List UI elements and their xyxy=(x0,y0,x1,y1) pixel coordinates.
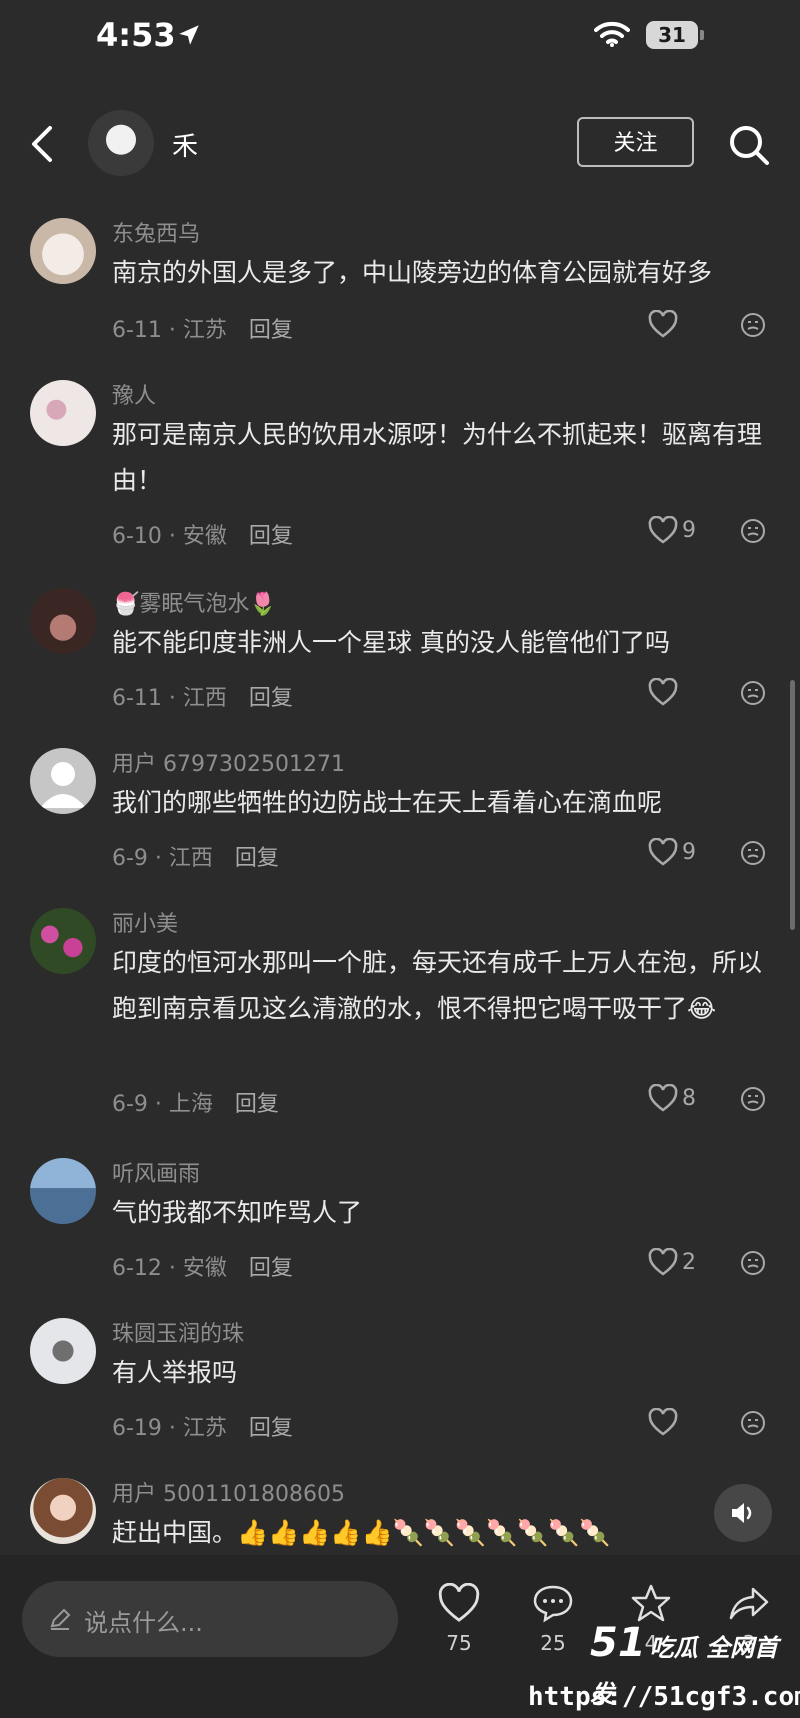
comment-date: 6-9 · 江西 xyxy=(112,846,213,871)
commenter-avatar[interactable] xyxy=(30,380,96,446)
comment-header: 禾 关注 xyxy=(0,100,800,190)
like-count: 2 xyxy=(682,1249,696,1275)
dislike-face-icon[interactable] xyxy=(740,312,766,338)
comment-text: 那可是南京人民的饮用水源呀！为什么不抓起来！驱离有理由！ xyxy=(112,420,763,495)
dislike-face-icon[interactable] xyxy=(740,1410,766,1436)
dislike-face-icon[interactable] xyxy=(740,840,766,866)
comment-text: 我们的哪些牺牲的边防战士在天上看着心在滴血呢 xyxy=(112,788,663,817)
author-name[interactable]: 禾 xyxy=(172,126,198,163)
default-user-icon xyxy=(40,762,86,808)
comment-total: 25 xyxy=(540,1631,566,1655)
commenter-name[interactable]: 东兔西乌 xyxy=(112,216,200,248)
heart-icon xyxy=(648,1084,678,1112)
commenter-avatar[interactable] xyxy=(30,1478,96,1544)
commenter-name[interactable]: 🍧雾眠气泡水🌷 xyxy=(112,586,277,618)
speaker-icon xyxy=(732,1503,752,1523)
commenter-avatar[interactable] xyxy=(30,1318,96,1384)
heart-icon xyxy=(648,838,678,866)
status-time: 4:53 xyxy=(96,16,176,54)
comment-meta: 6-11 · 江西 回复 xyxy=(112,680,293,712)
dislike-face-icon[interactable] xyxy=(740,1250,766,1276)
scrollbar[interactable] xyxy=(790,680,795,930)
pen-icon xyxy=(50,1608,71,1630)
comment-text: 南京的外国人是多了，中山陵旁边的体育公园就有好多 xyxy=(112,258,713,287)
reply-button[interactable]: 回复 xyxy=(249,1256,293,1281)
comment-text: 气的我都不知咋骂人了 xyxy=(112,1198,363,1227)
like-button[interactable] xyxy=(648,1408,682,1436)
like-button[interactable] xyxy=(648,678,682,706)
comment-bubble-icon xyxy=(533,1585,573,1623)
comment-text: 印度的恒河水那叫一个脏，每天还有成千上万人在泡，所以跑到南京看见这么清澈的水，恨… xyxy=(112,948,763,1023)
like-total: 75 xyxy=(446,1631,472,1655)
like-button[interactable]: 9 xyxy=(648,516,696,544)
commenter-avatar[interactable] xyxy=(30,588,96,654)
reply-button[interactable]: 回复 xyxy=(249,524,293,549)
commenter-name[interactable]: 丽小美 xyxy=(112,906,178,938)
heart-icon xyxy=(648,1248,678,1276)
like-button[interactable]: 9 xyxy=(648,838,696,866)
like-button[interactable] xyxy=(648,310,682,338)
comment-input[interactable]: 说点什么... xyxy=(22,1581,398,1657)
comment-text: 有人举报吗 xyxy=(112,1358,238,1387)
battery-indicator: 31 xyxy=(646,21,698,49)
watermark-url: https://51cgf3.com xyxy=(528,1682,800,1712)
commenter-name[interactable]: 听风画雨 xyxy=(112,1156,200,1188)
share-arrow-icon xyxy=(729,1587,769,1620)
comment-input-placeholder: 说点什么... xyxy=(84,1609,203,1637)
reply-button[interactable]: 回复 xyxy=(235,1092,279,1117)
back-arrow-icon[interactable] xyxy=(28,122,54,166)
author-avatar[interactable] xyxy=(88,110,154,176)
commenter-avatar[interactable] xyxy=(30,748,96,814)
reply-button[interactable]: 回复 xyxy=(249,686,293,711)
like-button[interactable]: 2 xyxy=(648,1248,696,1276)
comments-button[interactable]: 25 xyxy=(518,1583,588,1655)
comment-meta: 6-12 · 安徽 回复 xyxy=(112,1250,293,1282)
reply-button[interactable]: 回复 xyxy=(235,846,279,871)
like-count: 9 xyxy=(682,517,696,543)
status-bar: 4:53 31 xyxy=(0,0,800,80)
dislike-face-icon[interactable] xyxy=(740,1086,766,1112)
reply-button[interactable]: 回复 xyxy=(249,318,293,343)
follow-button[interactable]: 关注 xyxy=(577,117,694,167)
commenter-name[interactable]: 珠圆玉润的珠 xyxy=(112,1316,244,1348)
comment-text: 赶出中国。👍👍👍👍👍🍡🍡🍡🍡🍡🍡🍡 xyxy=(112,1518,611,1547)
wifi-icon xyxy=(594,21,630,47)
star-icon xyxy=(631,1584,671,1622)
like-count: 9 xyxy=(682,839,696,865)
location-arrow-icon xyxy=(179,25,199,45)
heart-icon xyxy=(648,1408,678,1436)
commenter-name[interactable]: 用户 6797302501271 xyxy=(112,746,345,778)
heart-icon xyxy=(648,310,678,338)
comment-date: 6-11 · 江苏 xyxy=(112,318,227,343)
like-count: 8 xyxy=(682,1085,696,1111)
commenter-avatar[interactable] xyxy=(30,1158,96,1224)
like-video-button[interactable]: 75 xyxy=(424,1583,494,1655)
watermark-logo: 51 xyxy=(590,1620,646,1666)
comment-date: 6-10 · 安徽 xyxy=(112,524,227,549)
comment-meta: 6-9 · 江西 回复 xyxy=(112,840,279,872)
comment-meta: 6-10 · 安徽 回复 xyxy=(112,518,293,550)
reply-button[interactable]: 回复 xyxy=(249,1416,293,1441)
comment-date: 6-11 · 江西 xyxy=(112,686,227,711)
sound-toggle-button[interactable] xyxy=(714,1484,772,1542)
commenter-avatar[interactable] xyxy=(30,908,96,974)
heart-icon xyxy=(648,678,678,706)
dislike-face-icon[interactable] xyxy=(740,680,766,706)
comment-meta: 6-9 · 上海 回复 xyxy=(112,1086,279,1118)
comment-date: 6-9 · 上海 xyxy=(112,1092,213,1117)
comment-text: 能不能印度非洲人一个星球 真的没人能管他们了吗 xyxy=(112,628,670,657)
comment-meta: 6-11 · 江苏 回复 xyxy=(112,312,293,344)
heart-icon xyxy=(438,1583,480,1622)
search-icon[interactable] xyxy=(728,124,770,166)
commenter-avatar[interactable] xyxy=(30,218,96,284)
comment-date: 6-19 · 江苏 xyxy=(112,1416,227,1441)
commenter-name[interactable]: 豫人 xyxy=(112,378,156,410)
dislike-face-icon[interactable] xyxy=(740,518,766,544)
comment-date: 6-12 · 安徽 xyxy=(112,1256,227,1281)
commenter-name[interactable]: 用户 5001101808605 xyxy=(112,1476,345,1508)
heart-icon xyxy=(648,516,678,544)
comment-meta: 6-19 · 江苏 回复 xyxy=(112,1410,293,1442)
like-button[interactable]: 8 xyxy=(648,1084,696,1112)
battery-tip xyxy=(700,30,704,40)
